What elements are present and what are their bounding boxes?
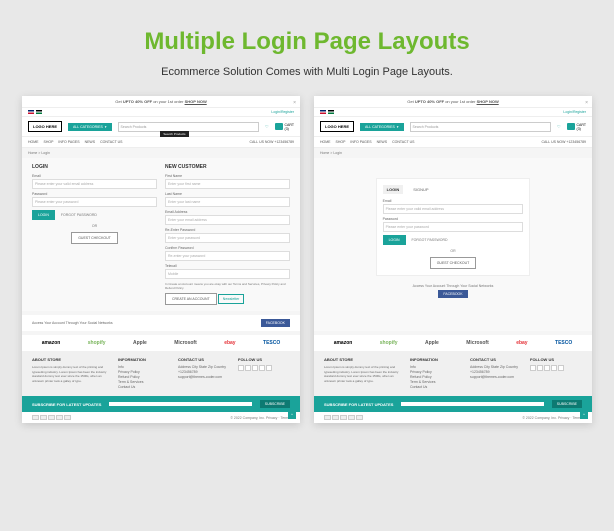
tab-signup[interactable]: SIGNUP — [409, 185, 432, 194]
brands-row: amazonshopifyAppleMicrosoftebayTESCO — [22, 335, 300, 351]
firstname-field[interactable]: Enter your first name — [165, 179, 290, 189]
facebook-button[interactable]: FACEBOOK — [261, 319, 290, 327]
email2-field[interactable]: Enter your email address — [165, 215, 290, 225]
hero-subtitle: Ecommerce Solution Comes with Multi Logi… — [0, 66, 614, 78]
password-field[interactable]: Please enter your password — [32, 197, 157, 207]
login-title: LOGIN — [32, 164, 157, 170]
shop-now-link[interactable]: SHOP NOW — [477, 99, 499, 104]
cart-button[interactable]: CART(3) — [275, 123, 294, 131]
login-card: LOGINSIGNUP EmailPlease enter your valid… — [376, 178, 531, 276]
email-field[interactable]: Please enter your valid email address — [32, 179, 157, 189]
logo[interactable]: LOGO HERE — [28, 121, 62, 132]
guest-button[interactable]: GUEST CHECKOUT — [430, 257, 477, 269]
hero-title: Multiple Login Page Layouts — [0, 28, 614, 56]
facebook-button[interactable]: FACEBOOK — [438, 290, 467, 298]
newsletter-toggle[interactable]: Newsletter — [218, 294, 245, 304]
cpw-field[interactable]: Re-enter your password — [165, 251, 290, 261]
close-icon[interactable]: × — [293, 100, 296, 106]
layout-2: × Get UPTO 40% OFF on your 1st order SHO… — [314, 96, 592, 423]
phone: CALL US NOW +123456789 — [249, 140, 294, 144]
newcust-title: NEW CUSTOMER — [165, 164, 290, 170]
breadcrumb: Home > Login — [22, 148, 300, 158]
login-button[interactable]: LOGIN — [383, 235, 406, 245]
password-field[interactable]: Please enter your password — [383, 222, 524, 232]
categories-button[interactable]: ALL CATEGORIES ▾ — [68, 123, 112, 131]
create-account-button[interactable]: CREATE AN ACCOUNT — [165, 293, 217, 305]
pw-field[interactable]: Enter your password — [165, 233, 290, 243]
email-field[interactable]: Please enter your valid email address — [383, 204, 524, 214]
login-link[interactable]: Login/Register — [271, 110, 294, 114]
search-input[interactable]: Search ProductsSearch Products — [118, 122, 259, 132]
subscribe-input[interactable] — [109, 402, 251, 406]
lastname-field[interactable]: Enter your last name — [165, 197, 290, 207]
guest-button[interactable]: GUEST CHECKOUT — [71, 232, 118, 244]
login-button[interactable]: LOGIN — [32, 210, 55, 220]
back-to-top[interactable]: ^ — [288, 411, 296, 419]
back-to-top[interactable]: ^ — [580, 411, 588, 419]
layout-1: × Get UPTO 40% OFF on your 1st order SHO… — [22, 96, 300, 423]
subscribe-button[interactable]: SUBSCRIBE — [260, 400, 290, 408]
search-tooltip: Search Products — [160, 131, 188, 137]
language-flags[interactable] — [28, 110, 42, 114]
nav-links[interactable]: HOMESHOPINFO PAGESNEWSCONTACT US — [28, 140, 123, 144]
promo-bar: Get UPTO 40% OFF on your 1st order SHOP … — [22, 96, 300, 108]
forgot-link[interactable]: FORGOT PASSWORD — [412, 238, 448, 242]
close-icon[interactable]: × — [585, 100, 588, 106]
social-icons[interactable] — [238, 365, 290, 371]
forgot-link[interactable]: FORGOT PASSWORD — [61, 213, 97, 217]
tel-field[interactable]: Mobile — [165, 269, 290, 279]
shop-now-link[interactable]: SHOP NOW — [185, 99, 207, 104]
tab-login[interactable]: LOGIN — [383, 185, 404, 194]
